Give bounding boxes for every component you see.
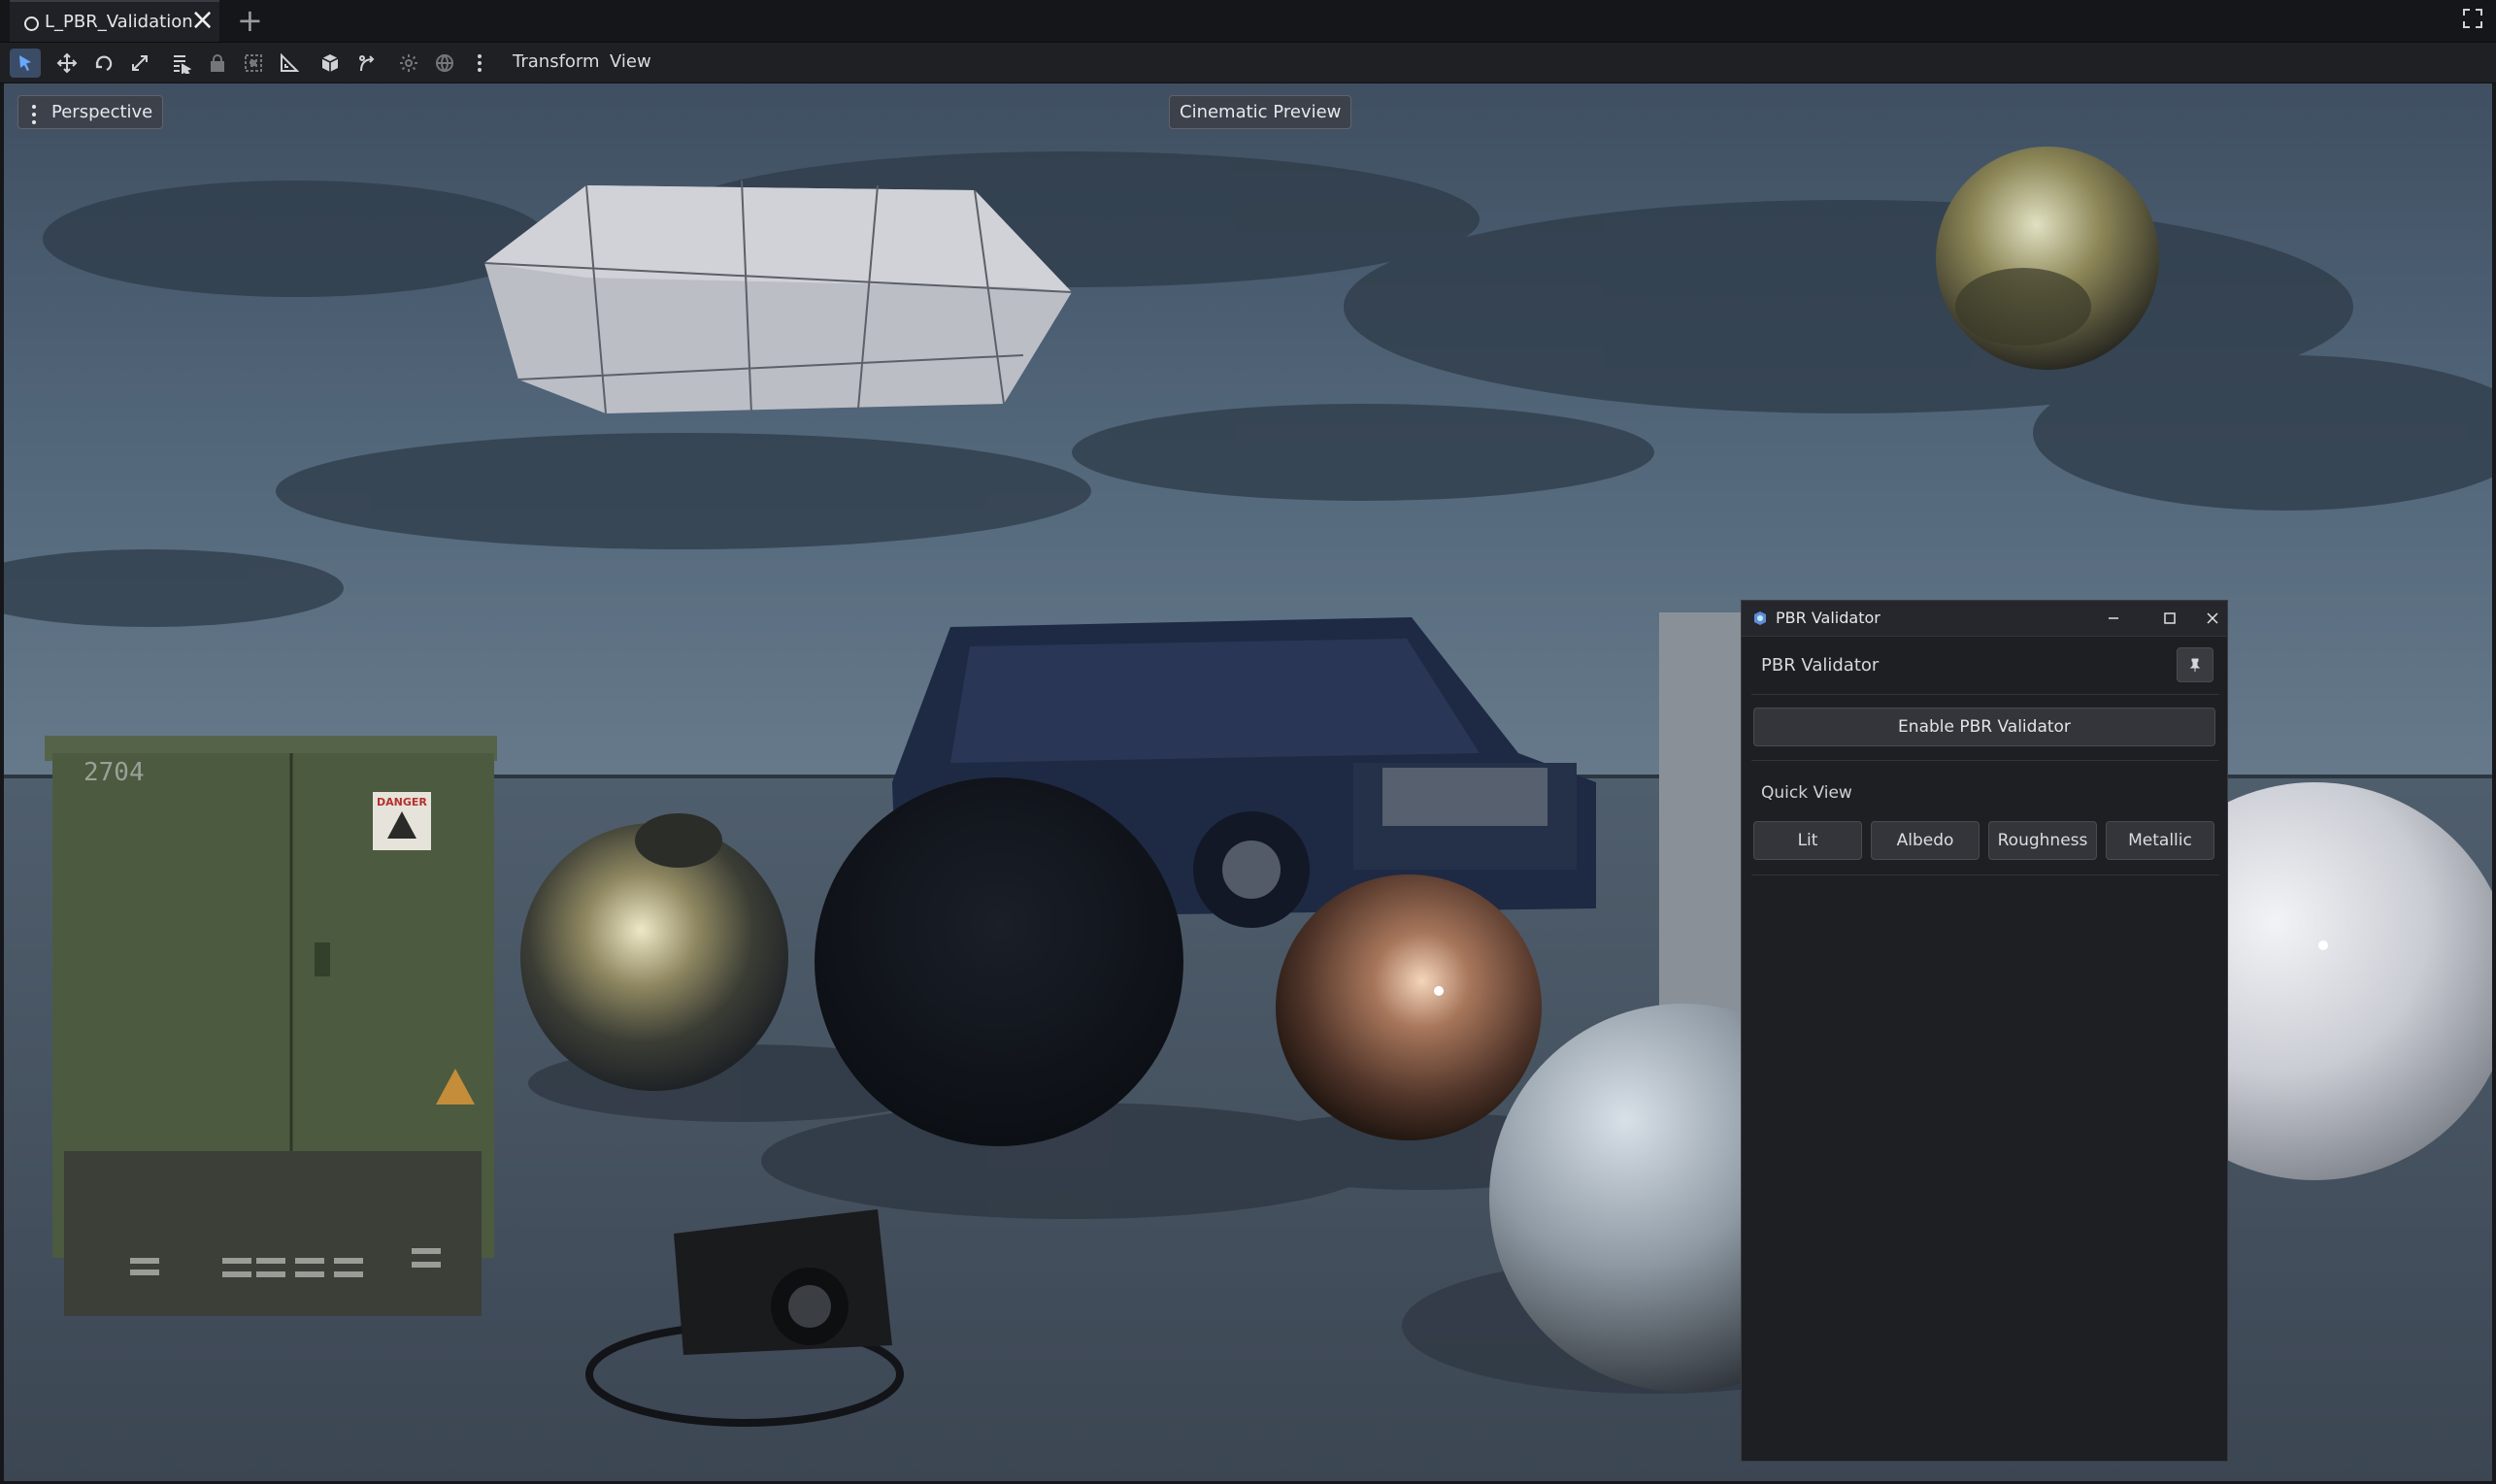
- add-tab-button[interactable]: +: [237, 2, 263, 39]
- pin-button[interactable]: [2177, 647, 2213, 682]
- cabinet-number-text: 2704: [83, 758, 145, 787]
- fullscreen-icon[interactable]: [2462, 8, 2483, 29]
- transform-menu[interactable]: Transform: [513, 51, 600, 72]
- snap-icon: [359, 55, 375, 72]
- perspective-label: Perspective: [51, 102, 153, 122]
- lock-button[interactable]: [202, 49, 233, 78]
- quick-view-metallic-button[interactable]: Metallic: [2106, 821, 2214, 860]
- electrical-cabinet-mesh: 2704 DANGER: [45, 736, 497, 1316]
- tab-title: L_PBR_Validation: [45, 12, 193, 32]
- tab-close-icon[interactable]: ×: [190, 6, 215, 35]
- quick-view-roughness-button[interactable]: Roughness: [1988, 821, 2097, 860]
- group-button[interactable]: [238, 49, 269, 78]
- view-menu[interactable]: View: [610, 51, 651, 72]
- cube-button[interactable]: [315, 49, 346, 78]
- minimize-icon: [2109, 617, 2118, 619]
- lighting-button[interactable]: [393, 49, 424, 78]
- select-icon: [19, 55, 31, 71]
- maximize-icon: [2164, 612, 2176, 624]
- quick-view-albedo-button[interactable]: Albedo: [1871, 821, 1980, 860]
- scale-icon: [132, 55, 148, 71]
- camera-preview-label: Cinematic Preview: [1180, 102, 1342, 122]
- close-window-button[interactable]: [2198, 601, 2227, 636]
- faceted-capsule-mesh: [483, 180, 1073, 414]
- move-icon: [56, 52, 78, 74]
- unsaved-indicator-icon: [24, 16, 39, 31]
- perspective-menu[interactable]: Perspective: [17, 95, 164, 129]
- more-icon: [478, 54, 482, 72]
- pin-icon: [2189, 658, 2201, 672]
- lock-icon: [211, 54, 224, 72]
- minimize-button[interactable]: [2085, 601, 2142, 636]
- close-icon: [2207, 612, 2218, 624]
- cube-icon: [321, 54, 339, 72]
- snap-button[interactable]: [351, 49, 383, 78]
- select-objects-button[interactable]: [165, 49, 196, 78]
- move-tool-button[interactable]: [51, 49, 83, 78]
- maximize-button[interactable]: [2142, 601, 2198, 636]
- pbr-validator-window: PBR Validator PBR Validator Enable PBR V…: [1741, 600, 2228, 1462]
- divider: [1751, 694, 2219, 695]
- divider: [1751, 874, 2219, 875]
- toolbar: Transform View: [0, 43, 2496, 84]
- scale-tool-button[interactable]: [124, 49, 155, 78]
- tab-level[interactable]: L_PBR_Validation ×: [10, 0, 219, 42]
- window-title: PBR Validator: [1776, 609, 1880, 627]
- list-select-icon: [174, 55, 191, 74]
- more-options-button[interactable]: [464, 49, 495, 78]
- ruler-icon: [281, 52, 299, 72]
- rotate-icon: [95, 55, 113, 72]
- window-titlebar[interactable]: PBR Validator: [1742, 601, 2227, 637]
- globe-icon: [436, 54, 453, 72]
- rotate-tool-button[interactable]: [88, 49, 119, 78]
- kebab-icon: [32, 105, 36, 128]
- sun-icon: [400, 54, 417, 72]
- svg-text:DANGER: DANGER: [377, 796, 427, 808]
- quick-view-lit-button[interactable]: Lit: [1753, 821, 1862, 860]
- select-tool-button[interactable]: [10, 49, 41, 78]
- quick-view-label: Quick View: [1761, 783, 1852, 803]
- tab-bar: L_PBR_Validation × +: [0, 0, 2496, 43]
- divider: [1751, 760, 2219, 761]
- app-icon: [1751, 610, 1769, 627]
- environment-button[interactable]: [429, 49, 460, 78]
- group-icon: [245, 54, 262, 72]
- ruler-button[interactable]: [273, 49, 304, 78]
- camera-preview-button[interactable]: Cinematic Preview: [1169, 95, 1352, 129]
- panel-heading: PBR Validator: [1761, 655, 1880, 676]
- enable-pbr-validator-button[interactable]: Enable PBR Validator: [1753, 708, 2215, 746]
